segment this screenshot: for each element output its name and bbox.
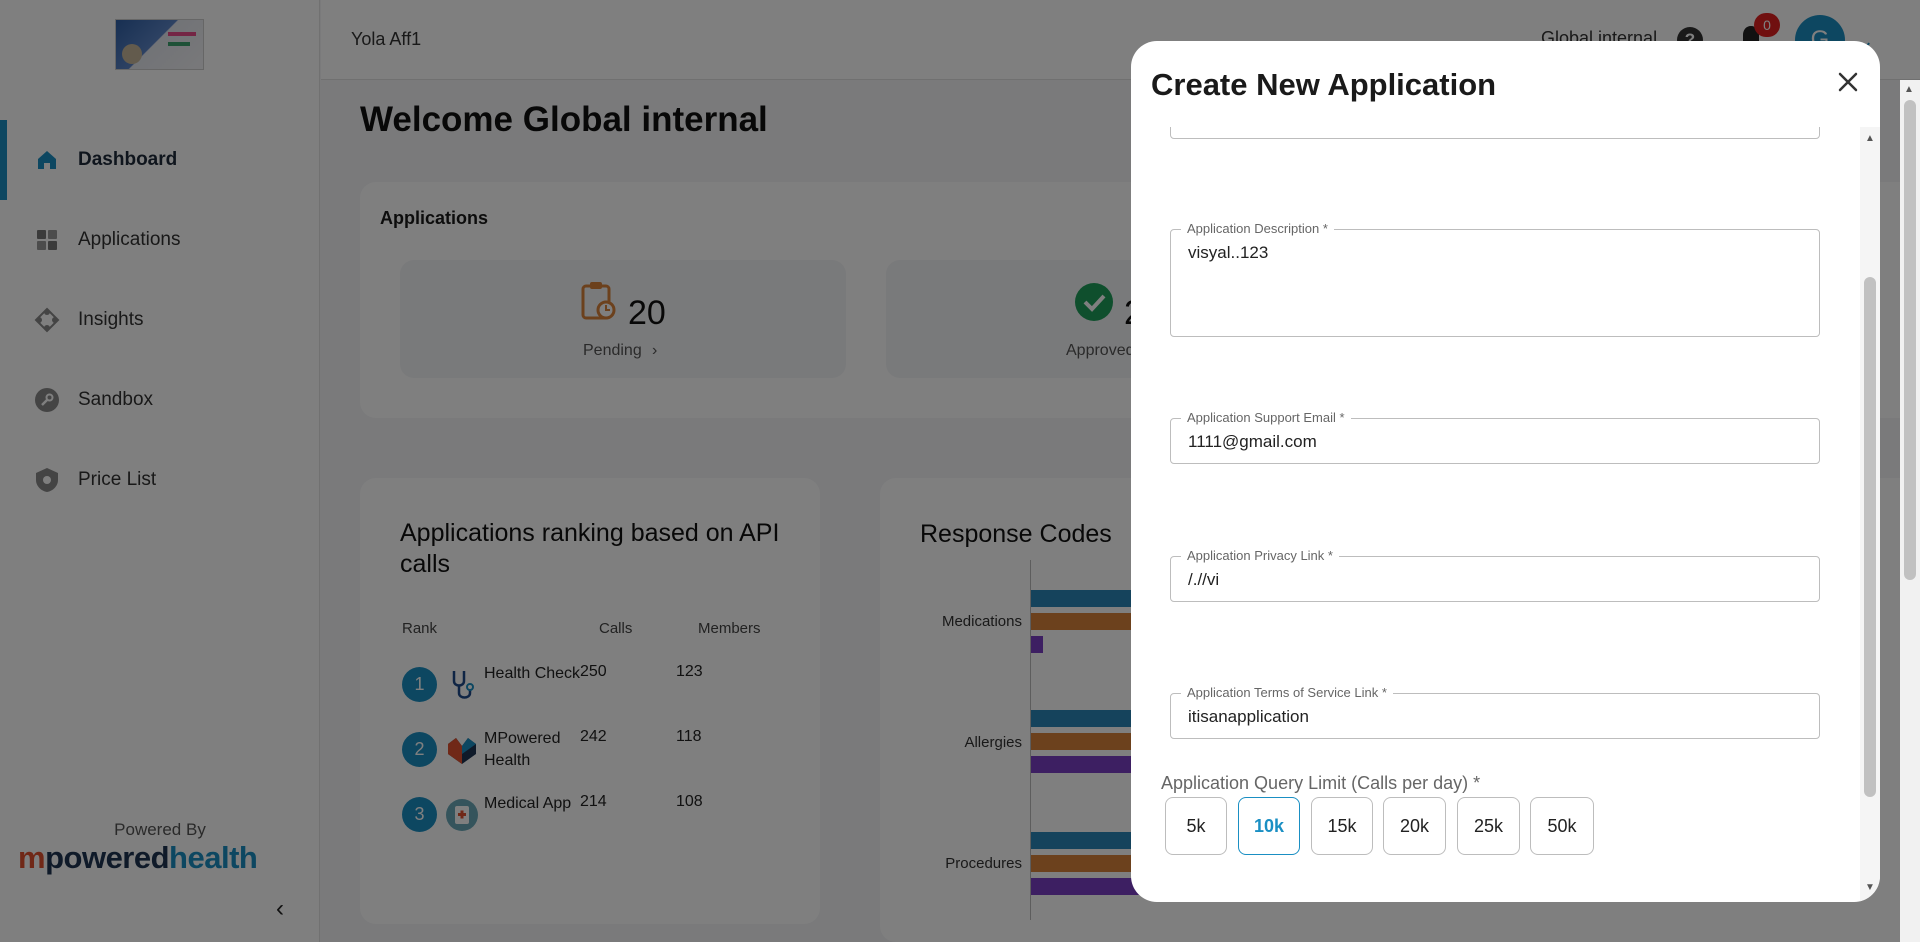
scroll-down-icon[interactable]: ▼ bbox=[1865, 882, 1875, 893]
support-email-field[interactable]: Application Support Email * 1111@gmail.c… bbox=[1170, 410, 1820, 464]
field-label: Application Support Email * bbox=[1181, 410, 1351, 425]
field-value[interactable]: itisanapplication bbox=[1188, 707, 1309, 727]
field-value[interactable]: visyal..123 bbox=[1188, 243, 1268, 263]
privacy-link-field[interactable]: Application Privacy Link * /.//vi bbox=[1170, 548, 1820, 602]
application-name-field[interactable] bbox=[1170, 127, 1820, 139]
modal-form: Application Description * visyal..123 Ap… bbox=[1131, 127, 1860, 902]
close-icon[interactable] bbox=[1831, 65, 1865, 99]
query-limit-option-20k[interactable]: 20k bbox=[1383, 797, 1446, 855]
field-label: Application Description * bbox=[1181, 221, 1334, 236]
scrollbar-thumb[interactable] bbox=[1864, 277, 1876, 797]
modal-scrollbar[interactable]: ▲ ▼ bbox=[1860, 127, 1880, 902]
query-limit-option-10k[interactable]: 10k bbox=[1238, 797, 1300, 855]
terms-link-field[interactable]: Application Terms of Service Link * itis… bbox=[1170, 685, 1820, 739]
query-limit-option-50k[interactable]: 50k bbox=[1530, 797, 1594, 855]
field-label: Application Privacy Link * bbox=[1181, 548, 1339, 563]
query-limit-label: Application Query Limit (Calls per day) … bbox=[1161, 773, 1481, 793]
scrollbar-thumb[interactable] bbox=[1904, 100, 1916, 580]
field-label: Application Terms of Service Link * bbox=[1181, 685, 1393, 700]
scroll-up-icon[interactable]: ▲ bbox=[1865, 133, 1875, 144]
scroll-up-icon[interactable]: ▲ bbox=[1904, 84, 1914, 95]
query-limit-option-25k[interactable]: 25k bbox=[1457, 797, 1520, 855]
application-description-field[interactable]: Application Description * visyal..123 bbox=[1170, 221, 1820, 337]
query-limit-option-15k[interactable]: 15k bbox=[1311, 797, 1373, 855]
field-value[interactable]: 1111@gmail.com bbox=[1188, 432, 1317, 452]
modal-title: Create New Application bbox=[1151, 67, 1497, 102]
create-application-modal: Create New Application Application Descr… bbox=[1131, 41, 1880, 902]
page-scrollbar[interactable]: ▲ bbox=[1900, 80, 1920, 942]
query-limit-option-5k[interactable]: 5k bbox=[1165, 797, 1227, 855]
field-value[interactable]: /.//vi bbox=[1188, 570, 1219, 590]
